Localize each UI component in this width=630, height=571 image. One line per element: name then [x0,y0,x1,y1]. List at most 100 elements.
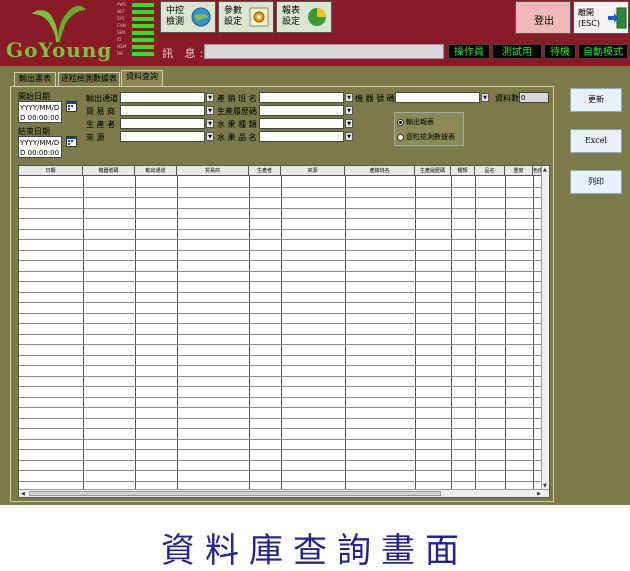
scroll-left-icon[interactable]: ◀ [21,491,25,497]
page-caption: 資料庫查詢畫面 [161,531,469,571]
tab-data-query[interactable]: 資料查詢 [121,70,163,87]
column-header[interactable]: 機器號碼 [83,166,135,176]
table-row-line [19,208,543,209]
trader-select[interactable] [120,105,205,116]
radio-output-report-label: 輸出報表 [406,118,434,126]
chevron-down-icon[interactable]: ▼ [345,106,353,115]
table-row-line [19,344,543,345]
farmer-group-select[interactable] [259,92,344,103]
print-button[interactable]: 列印 [570,170,622,194]
table-row-line [19,355,543,356]
chevron-down-icon[interactable]: ▼ [206,132,214,141]
table-row-line [19,292,543,293]
column-header[interactable]: 產銷班名 [345,166,415,176]
chevron-down-icon[interactable]: ▼ [345,132,353,141]
column-header[interactable]: 貿易商 [177,166,249,176]
output-channel-select[interactable] [120,92,205,103]
fruit-type-select[interactable] [259,118,344,129]
table-row-line [19,323,543,324]
parameter-settings-button[interactable]: 參數 設定 [218,1,274,33]
chevron-down-icon[interactable]: ▼ [345,93,353,102]
tab-per-item-data[interactable]: 逐粒檢測數據表 [58,72,120,86]
output-channel-label: 輸出通道 [86,94,118,103]
message-field [204,44,444,59]
machine-number-label: 機 器 號 碼 [355,94,395,103]
meter-bar [132,24,154,28]
column-header[interactable]: 生產者 [249,166,281,176]
chevron-down-icon[interactable]: ▼ [481,93,489,102]
meter-bar [132,45,154,49]
table-row-line [19,334,543,335]
start-date-input[interactable]: YYYY/MM/DD 00:00:00 [18,101,62,123]
table-row-line [19,428,543,429]
table-row-line [19,407,543,408]
source-select[interactable] [120,131,205,142]
table-row-line [19,229,543,230]
chevron-down-icon[interactable]: ▼ [345,119,353,128]
horizontal-scroll-thumb[interactable] [29,491,441,496]
top-bar: GoYoung PWR NET SYS CAM SEN IO MEM DB 中控… [0,0,630,66]
fruit-name-select[interactable] [259,131,344,142]
operator-status: 操作員 [448,44,490,59]
results-table: 日期 機器號碼 輸出通道 貿易商 生產者 來源 產銷班名 生產履歷碼 種類 品名… [18,165,550,498]
column-header[interactable]: 重度 [505,166,533,176]
column-header[interactable]: 種類 [451,166,475,176]
brand-logo: GoYoung [2,2,114,64]
producer-select[interactable] [120,118,205,129]
tab-output-report[interactable]: 輸出畫表 [14,72,56,86]
table-row-line [19,439,543,440]
radio-selected-icon [397,118,404,126]
meter-bar [132,31,154,35]
chevron-down-icon[interactable]: ▼ [206,119,214,128]
machine-number-select[interactable] [395,92,480,103]
table-header: 日期 機器號碼 輸出通道 貿易商 生產者 來源 產銷班名 生產履歷碼 種類 品名… [19,166,543,176]
farmer-group-label: 產 銷 班 名 [217,94,257,103]
meter-label: IO [117,37,122,42]
table-row-line [19,281,543,282]
column-header[interactable]: 來源 [281,166,345,176]
scroll-up-icon[interactable]: ▲ [543,167,547,173]
meter-label: NET [117,9,125,14]
vertical-scrollbar[interactable]: ▲ ▼ [541,166,549,490]
chevron-down-icon[interactable]: ▼ [206,93,214,102]
refresh-button[interactable]: 更新 [570,88,622,112]
table-row-line [19,302,543,303]
chevron-down-icon[interactable]: ▼ [206,106,214,115]
gear-icon [249,7,269,27]
radio-output-report[interactable]: 輸出報表 [397,117,434,127]
report-settings-button[interactable]: 報表 設定 [276,1,332,33]
meter-bar [132,52,154,56]
column-header[interactable]: 品名 [475,166,505,176]
standby-status: 待機 [544,44,576,59]
table-row-line [19,397,543,398]
logout-button[interactable]: 登出 [515,1,571,34]
meter-bar [132,17,154,21]
column-header[interactable]: 生產履歷碼 [415,166,451,176]
scroll-right-icon[interactable]: ▶ [537,491,541,497]
central-test-button[interactable]: 中控 檢測 [160,1,216,33]
central-test-label: 中控 檢測 [166,6,185,27]
calendar-icon[interactable] [66,136,77,147]
table-row-line [19,386,543,387]
mode-status: 自動模式 [578,44,628,59]
fruit-type-label: 水 果 種 類 [217,120,257,129]
trader-label: 貿 易 商 [86,107,116,116]
column-header[interactable]: 日期 [19,166,83,176]
radio-per-item-data[interactable]: 逐粒檢測數據表 [397,132,455,142]
exit-door-icon [608,7,627,29]
table-row-line [19,239,543,240]
history-code-select[interactable] [259,105,344,116]
meter-bar [132,3,154,7]
meter-label: CAM [117,23,126,28]
column-header[interactable]: 輸出通道 [135,166,177,176]
meter-bar [132,38,154,42]
excel-export-button[interactable]: Excel [570,129,622,153]
calendar-icon[interactable] [66,101,77,112]
exit-button[interactable]: 離開 (ESC) [573,1,629,34]
table-row-line [19,470,543,471]
table-row-line [19,418,543,419]
horizontal-scrollbar[interactable]: ◀ ▶ [19,489,549,497]
table-row-line [19,197,543,198]
end-date-input[interactable]: YYYY/MM/DD 00:00:00 [18,136,62,158]
meter-label: PWR [117,2,127,7]
